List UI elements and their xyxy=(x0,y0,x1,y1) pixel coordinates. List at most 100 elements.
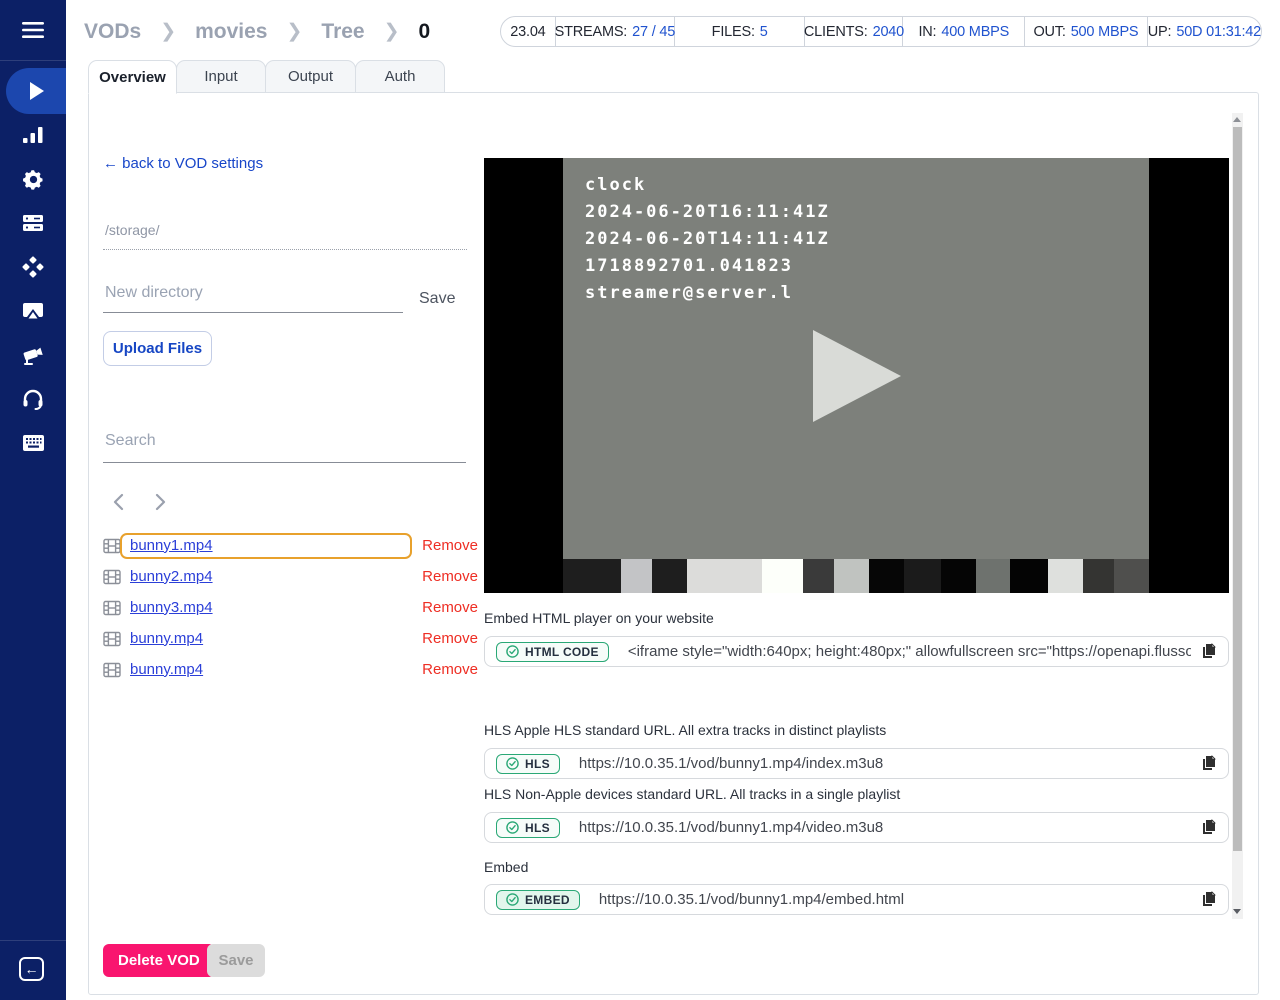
collapse-sidebar-icon[interactable]: ← xyxy=(19,957,44,981)
video-player[interactable]: clock 2024-06-20T16:11:41Z 2024-06-20T14… xyxy=(484,158,1229,593)
copy-icon[interactable] xyxy=(1201,755,1217,772)
remove-file-button[interactable]: Remove xyxy=(422,599,478,616)
chevron-right-icon: ❯ xyxy=(286,20,302,43)
scroll-down-arrow[interactable] xyxy=(1233,909,1241,914)
scrollbar-thumb[interactable] xyxy=(1233,127,1242,851)
page-next-icon[interactable] xyxy=(155,493,166,511)
status-files: FILES:5 xyxy=(675,17,806,46)
breadcrumb-current: 0 xyxy=(419,20,431,44)
cluster-icon xyxy=(22,256,44,278)
sidebar-item-storage[interactable] xyxy=(21,211,45,235)
file-link[interactable]: bunny.mp4 xyxy=(130,661,203,678)
sidebar-item-hotkeys[interactable] xyxy=(21,431,45,455)
camera-icon xyxy=(22,345,45,366)
copy-icon[interactable] xyxy=(1201,643,1217,660)
new-directory-field[interactable] xyxy=(103,283,403,313)
remove-file-button[interactable]: Remove xyxy=(422,661,478,678)
server-icon xyxy=(22,213,44,233)
page-prev-icon[interactable] xyxy=(113,493,124,511)
status-streams: STREAMS:27 / 45 xyxy=(556,17,675,46)
file-link[interactable]: bunny1.mp4 xyxy=(130,537,213,554)
vertical-scrollbar[interactable] xyxy=(1232,113,1243,919)
sidebar-item-screens[interactable] xyxy=(21,299,45,323)
hls-badge: HLS xyxy=(496,754,560,774)
breadcrumb-tree[interactable]: Tree xyxy=(321,20,364,44)
breadcrumb-vods[interactable]: VODs xyxy=(84,20,141,44)
hls-apple-label: HLS Apple HLS standard URL. All extra tr… xyxy=(484,722,1224,738)
upload-files-button[interactable]: Upload Files xyxy=(103,331,212,366)
html-code-row: HTML CODE <iframe style="width:640px; he… xyxy=(484,636,1229,667)
status-uptime: UP:50D 01:31:42 xyxy=(1148,17,1261,46)
chevron-right-icon: ❯ xyxy=(384,20,400,43)
file-row: bunny2.mp4 Remove xyxy=(103,561,478,592)
delete-vod-button[interactable]: Delete VOD xyxy=(103,944,215,977)
sidebar-item-settings[interactable] xyxy=(21,167,45,191)
back-arrow-icon: ← xyxy=(103,155,118,172)
file-list: bunny1.mp4 Remove bunny2.mp4 Remove bunn… xyxy=(103,530,478,685)
check-circle-icon xyxy=(506,821,519,834)
breadcrumb-movies[interactable]: movies xyxy=(195,20,267,44)
sidebar-item-cameras[interactable] xyxy=(21,343,45,367)
screen-icon xyxy=(22,301,44,321)
stats-icon xyxy=(22,125,44,145)
remove-file-button[interactable]: Remove xyxy=(422,537,478,554)
app-root: ← VODs ❯ movies ❯ Tree ❯ 0 23.04 STREAMS… xyxy=(0,0,1280,1000)
film-icon xyxy=(103,569,121,585)
play-icon xyxy=(25,80,47,102)
check-circle-icon xyxy=(506,645,519,658)
copy-icon[interactable] xyxy=(1201,819,1217,836)
search-field[interactable] xyxy=(103,431,466,463)
directory-save-button[interactable]: Save xyxy=(419,290,455,308)
keyboard-icon xyxy=(22,434,45,452)
film-icon xyxy=(103,662,121,678)
gear-icon xyxy=(22,168,45,191)
hls-apple-url: https://10.0.35.1/vod/bunny1.mp4/index.m… xyxy=(579,755,1191,772)
sidebar-divider-bottom xyxy=(0,940,66,941)
remove-file-button[interactable]: Remove xyxy=(422,568,478,585)
check-circle-icon xyxy=(506,757,519,770)
html-code-badge: HTML CODE xyxy=(496,642,609,662)
status-in: IN:400 MBPS xyxy=(903,17,1025,46)
breadcrumb: VODs ❯ movies ❯ Tree ❯ 0 xyxy=(84,17,430,47)
sidebar-item-cluster[interactable] xyxy=(21,255,45,279)
file-row: bunny.mp4 Remove xyxy=(103,654,478,685)
copy-icon[interactable] xyxy=(1201,891,1217,908)
tab-output[interactable]: Output xyxy=(265,60,356,93)
hls-badge: HLS xyxy=(496,818,560,838)
search-input[interactable] xyxy=(103,431,466,451)
status-version: 23.04 xyxy=(501,17,556,46)
hls-nonapple-url: https://10.0.35.1/vod/bunny1.mp4/video.m… xyxy=(579,819,1191,836)
film-icon xyxy=(103,600,121,616)
embed-badge: EMBED xyxy=(496,890,580,910)
remove-file-button[interactable]: Remove xyxy=(422,630,478,647)
hls-nonapple-row: HLS https://10.0.35.1/vod/bunny1.mp4/vid… xyxy=(484,812,1229,843)
file-row: bunny1.mp4 Remove xyxy=(103,530,478,561)
sidebar-divider xyxy=(0,60,66,61)
menu-icon[interactable] xyxy=(20,18,46,42)
storage-path-input[interactable] xyxy=(103,221,467,239)
file-link[interactable]: bunny2.mp4 xyxy=(130,568,213,585)
file-link[interactable]: bunny3.mp4 xyxy=(130,599,213,616)
save-button[interactable]: Save xyxy=(207,944,265,977)
storage-path-field[interactable] xyxy=(103,221,467,250)
sidebar-item-support[interactable] xyxy=(21,387,45,411)
tab-auth[interactable]: Auth xyxy=(355,60,445,93)
status-out: OUT:500 MBPS xyxy=(1025,17,1148,46)
embed-row: EMBED https://10.0.35.1/vod/bunny1.mp4/e… xyxy=(484,884,1229,915)
scroll-up-arrow[interactable] xyxy=(1233,117,1241,122)
film-icon xyxy=(103,538,121,554)
new-directory-input[interactable] xyxy=(103,283,403,303)
status-clients: CLIENTS:2040 xyxy=(805,17,903,46)
back-to-vod-settings-link[interactable]: ← back to VOD settings xyxy=(103,155,263,172)
check-circle-icon xyxy=(506,893,519,906)
play-overlay-icon[interactable] xyxy=(811,330,903,422)
selected-file-box[interactable]: bunny1.mp4 xyxy=(120,533,412,559)
sidebar: ← xyxy=(0,0,66,1000)
sidebar-item-streams[interactable] xyxy=(6,68,66,114)
tab-overview[interactable]: Overview xyxy=(88,60,177,94)
hls-apple-row: HLS https://10.0.35.1/vod/bunny1.mp4/ind… xyxy=(484,748,1229,779)
file-link[interactable]: bunny.mp4 xyxy=(130,630,203,647)
tab-input[interactable]: Input xyxy=(176,60,266,93)
embed-url: https://10.0.35.1/vod/bunny1.mp4/embed.h… xyxy=(599,891,1191,908)
sidebar-item-statistics[interactable] xyxy=(21,123,45,147)
